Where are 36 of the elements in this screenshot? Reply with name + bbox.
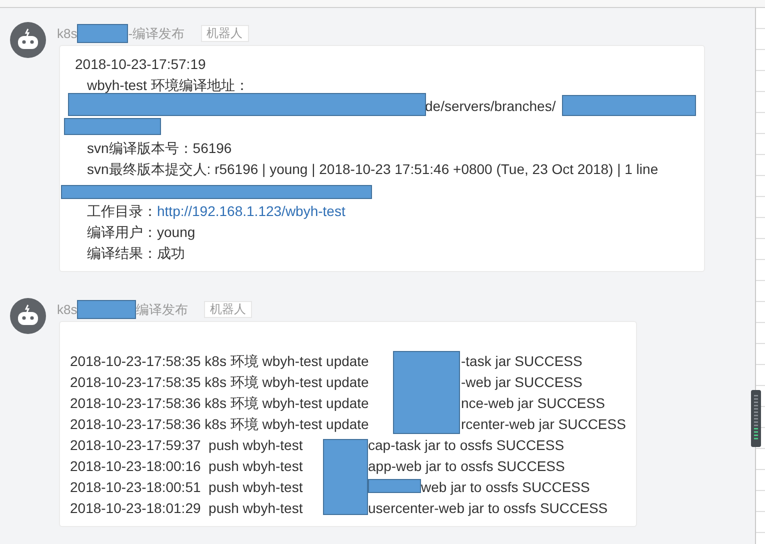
message-line: 编译结果：成功 xyxy=(86,244,186,263)
log-line: 2018-10-23-18:00:51 push wbyh-test xyxy=(70,479,303,495)
log-line: 2018-10-23-18:01:29 push wbyh-test xyxy=(70,500,303,516)
redaction-block xyxy=(77,300,136,319)
log-line-end: -web jar SUCCESS xyxy=(461,373,582,392)
log-line-end: -task jar SUCCESS xyxy=(461,352,582,371)
message-timestamp: 2018-10-23-17:57:19 xyxy=(74,55,207,74)
log-line: 2018-10-23-17:58:35 k8s 环境 wbyh-test update xyxy=(70,353,369,369)
sender-name: -编译发布 xyxy=(128,24,185,43)
robot-avatar-icon xyxy=(10,298,46,334)
sender-name: k8s xyxy=(57,300,78,319)
message-line: svn编译版本号：56196 xyxy=(86,139,233,158)
log-line-end: app-web jar to ossfs SUCCESS xyxy=(368,457,565,476)
robot-badge: 机器人 xyxy=(200,25,249,42)
directory-link[interactable]: http://192.168.1.123/wbyh-test xyxy=(157,201,346,222)
log-line-end: rcenter-web jar SUCCESS xyxy=(461,415,626,434)
field-label: 工作目录： xyxy=(87,202,157,221)
sender-name: 编译发布 xyxy=(136,300,188,319)
robot-badge: 机器人 xyxy=(204,301,252,318)
log-line-end: usercenter-web jar to ossfs SUCCESS xyxy=(368,499,608,518)
message-line: wbyh-test 环境编译地址： xyxy=(86,76,250,95)
redaction-block xyxy=(77,24,128,43)
log-line: 2018-10-23-17:59:37 push wbyh-test xyxy=(70,437,303,453)
log-line: 2018-10-23-17:58:36 k8s 环境 wbyh-test update xyxy=(70,416,369,432)
log-line: 2018-10-23-17:58:35 k8s 环境 wbyh-test update xyxy=(70,374,369,390)
sender-name: k8s xyxy=(57,24,78,43)
log-line-end: nce-web jar SUCCESS xyxy=(461,394,605,413)
message-line: de/servers/branches/ xyxy=(425,97,556,116)
log-line-end: cap-task jar to ossfs SUCCESS xyxy=(368,436,564,455)
robot-avatar-icon xyxy=(10,22,46,58)
message-line: 编译用户：young xyxy=(86,223,196,242)
log-line-end: web jar to ossfs SUCCESS xyxy=(421,478,590,497)
log-line: 2018-10-23-17:58:36 k8s 环境 wbyh-test update xyxy=(70,395,369,411)
log-line: 2018-10-23-18:00:16 push wbyh-test xyxy=(70,458,303,474)
side-meter-drawing xyxy=(751,390,761,447)
message-line: svn最终版本提交人: r56196 | young | 2018-10-23 17:51:46 +0800 (Tue, 23 Oct 2018) | 1 line xyxy=(86,160,660,179)
